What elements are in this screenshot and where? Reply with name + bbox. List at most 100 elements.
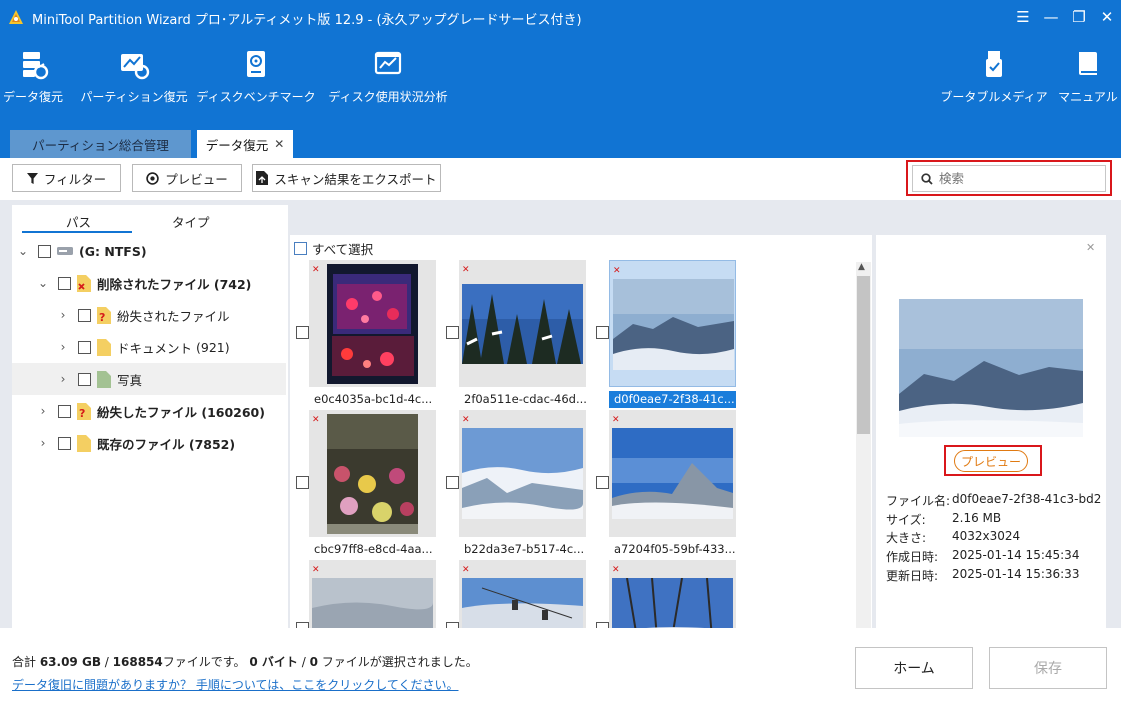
tab-data-recovery[interactable]: データ復元 ✕: [197, 130, 293, 158]
tree-label: 削除されたファイル (742): [97, 276, 252, 292]
filter-button[interactable]: フィルター: [12, 164, 121, 192]
ribbon-partition-recovery[interactable]: パーティション復元: [80, 48, 188, 114]
svg-text:?: ?: [99, 311, 105, 324]
chevron-down-icon[interactable]: ⌄: [36, 276, 50, 290]
file-thumbnail[interactable]: ✕: [309, 410, 436, 537]
search-box[interactable]: [912, 165, 1106, 192]
file-name[interactable]: e0c4035a-bc1d-4c...: [309, 391, 436, 408]
file-checkbox[interactable]: [596, 326, 609, 342]
tab-partition-management[interactable]: パーティション総合管理: [10, 130, 191, 158]
file-checkbox[interactable]: [446, 326, 459, 342]
tree-label: ドキュメント: [117, 340, 193, 356]
space-analyzer-icon: [374, 51, 402, 75]
tree-checkbox[interactable]: [58, 404, 71, 418]
deleted-mark-icon: ✕: [612, 565, 620, 575]
tree-row-lost[interactable]: › ? 紛失されたファイル: [12, 299, 286, 331]
tree-checkbox[interactable]: [58, 436, 71, 450]
svg-text:?: ?: [79, 407, 85, 420]
tab-label: データ復元: [205, 137, 269, 153]
chevron-down-icon[interactable]: ⌄: [16, 244, 30, 258]
bootable-media-icon: [986, 51, 1002, 77]
selected-count: 0: [309, 655, 318, 669]
tree-row-documents[interactable]: › ドキュメント (921): [12, 331, 286, 363]
file-checkbox[interactable]: [296, 476, 309, 492]
menu-icon[interactable]: ☰: [1010, 6, 1036, 28]
info-key: 更新日時:: [886, 569, 939, 583]
tree-checkbox[interactable]: [78, 372, 91, 386]
tab-path[interactable]: パス: [66, 212, 91, 231]
tree-row-existing[interactable]: › 既存のファイル (7852): [12, 427, 286, 459]
ribbon-data-recovery[interactable]: データ復元: [2, 48, 64, 114]
preview-toolbar-button[interactable]: プレビュー: [132, 164, 242, 192]
summary-separator: /: [297, 655, 310, 669]
close-window-button[interactable]: ✕: [1094, 6, 1120, 28]
file-thumbnail[interactable]: ✕: [609, 410, 736, 537]
select-all-checkbox[interactable]: [294, 242, 307, 255]
info-value: 4032x3024: [952, 529, 1021, 543]
file-name[interactable]: d0f0eae7-2f38-41c...: [609, 391, 736, 408]
close-preview-icon[interactable]: ✕: [1086, 241, 1095, 254]
filter-label: フィルター: [43, 171, 107, 187]
help-link[interactable]: データ復旧に問題がありますか？ 手順については、ここをクリックしてください。: [12, 676, 459, 693]
ribbon-space-analyzer[interactable]: ディスク使用状況分析: [326, 48, 450, 114]
tree-checkbox[interactable]: [58, 276, 71, 290]
tree-checkbox[interactable]: [78, 340, 91, 354]
file-checkbox[interactable]: [446, 476, 459, 492]
ribbon-disk-benchmark[interactable]: ディスクベンチマーク: [196, 48, 316, 114]
tree-checkbox[interactable]: [38, 244, 51, 258]
lost-folder-icon: ?: [97, 306, 111, 324]
ribbon-bootable-media[interactable]: ブータブルメディア: [940, 48, 1048, 114]
export-scan-button[interactable]: スキャン結果をエクスポート: [252, 164, 441, 192]
tree-row-deleted[interactable]: ⌄ 削除されたファイル (742): [12, 267, 286, 299]
tree-row-drive[interactable]: ⌄ (G: NTFS): [12, 235, 286, 267]
file-name[interactable]: 2f0a511e-cdac-46d...: [459, 391, 586, 408]
file-thumbnail[interactable]: ✕: [309, 260, 436, 387]
photo-image: [612, 578, 733, 628]
deleted-mark-icon: ✕: [312, 415, 320, 425]
minimize-button[interactable]: —: [1038, 6, 1064, 28]
tree-row-photos[interactable]: › 写真: [12, 363, 286, 395]
selected-size: 0 バイト: [249, 655, 298, 669]
select-all[interactable]: すべて選択: [294, 239, 373, 258]
chevron-right-icon[interactable]: ›: [56, 340, 70, 354]
file-checkbox[interactable]: [596, 476, 609, 492]
chevron-right-icon[interactable]: ›: [56, 308, 70, 322]
ribbon-manual[interactable]: マニュアル: [1056, 48, 1120, 114]
tree-row-lost-files[interactable]: › ? 紛失したファイル (160260): [12, 395, 286, 427]
chevron-right-icon[interactable]: ›: [56, 372, 70, 386]
tab-type[interactable]: タイプ: [172, 212, 210, 231]
file-thumbnail[interactable]: ✕: [459, 410, 586, 537]
preview-button[interactable]: プレビュー: [954, 450, 1028, 472]
lost-folder-icon: ?: [77, 402, 91, 420]
scroll-up-icon[interactable]: ▲: [858, 262, 865, 272]
file-thumbnail[interactable]: ✕: [609, 560, 736, 628]
save-button[interactable]: 保存: [989, 647, 1107, 689]
deleted-mark-icon: ✕: [462, 265, 470, 275]
file-thumbnail[interactable]: ✕: [309, 560, 436, 628]
deleted-mark-icon: ✕: [612, 415, 620, 425]
file-thumbnail-selected[interactable]: ✕: [609, 260, 736, 387]
file-checkbox[interactable]: [296, 326, 309, 342]
scrollbar-thumb[interactable]: [857, 276, 870, 434]
tree-checkbox[interactable]: [78, 308, 91, 322]
file-name[interactable]: b22da3e7-b517-4c...: [459, 541, 586, 558]
file-thumbnail[interactable]: ✕: [459, 560, 586, 628]
file-name[interactable]: a7204f05-59bf-433...: [609, 541, 736, 558]
tree-count: (921): [196, 339, 230, 355]
photo-image: [327, 414, 418, 534]
maximize-button[interactable]: ❐: [1066, 6, 1092, 28]
file-thumbnail[interactable]: ✕: [459, 260, 586, 387]
ribbon-label: マニュアル: [1058, 90, 1118, 104]
window-title: MiniTool Partition Wizard プロ･アルティメット版 12…: [32, 13, 582, 28]
home-button[interactable]: ホーム: [855, 647, 973, 689]
file-name[interactable]: cbc97ff8-e8cd-4aa...: [309, 541, 436, 558]
tab-close-icon[interactable]: ✕: [274, 137, 284, 151]
folder-icon: [77, 434, 91, 452]
search-input[interactable]: [939, 171, 1099, 186]
folder-icon: [97, 338, 111, 356]
photo-image: [312, 578, 433, 628]
photo-folder-icon: [97, 370, 111, 388]
chevron-right-icon[interactable]: ›: [36, 436, 50, 450]
tree-label: 紛失したファイル (160260): [97, 404, 265, 420]
chevron-right-icon[interactable]: ›: [36, 404, 50, 418]
